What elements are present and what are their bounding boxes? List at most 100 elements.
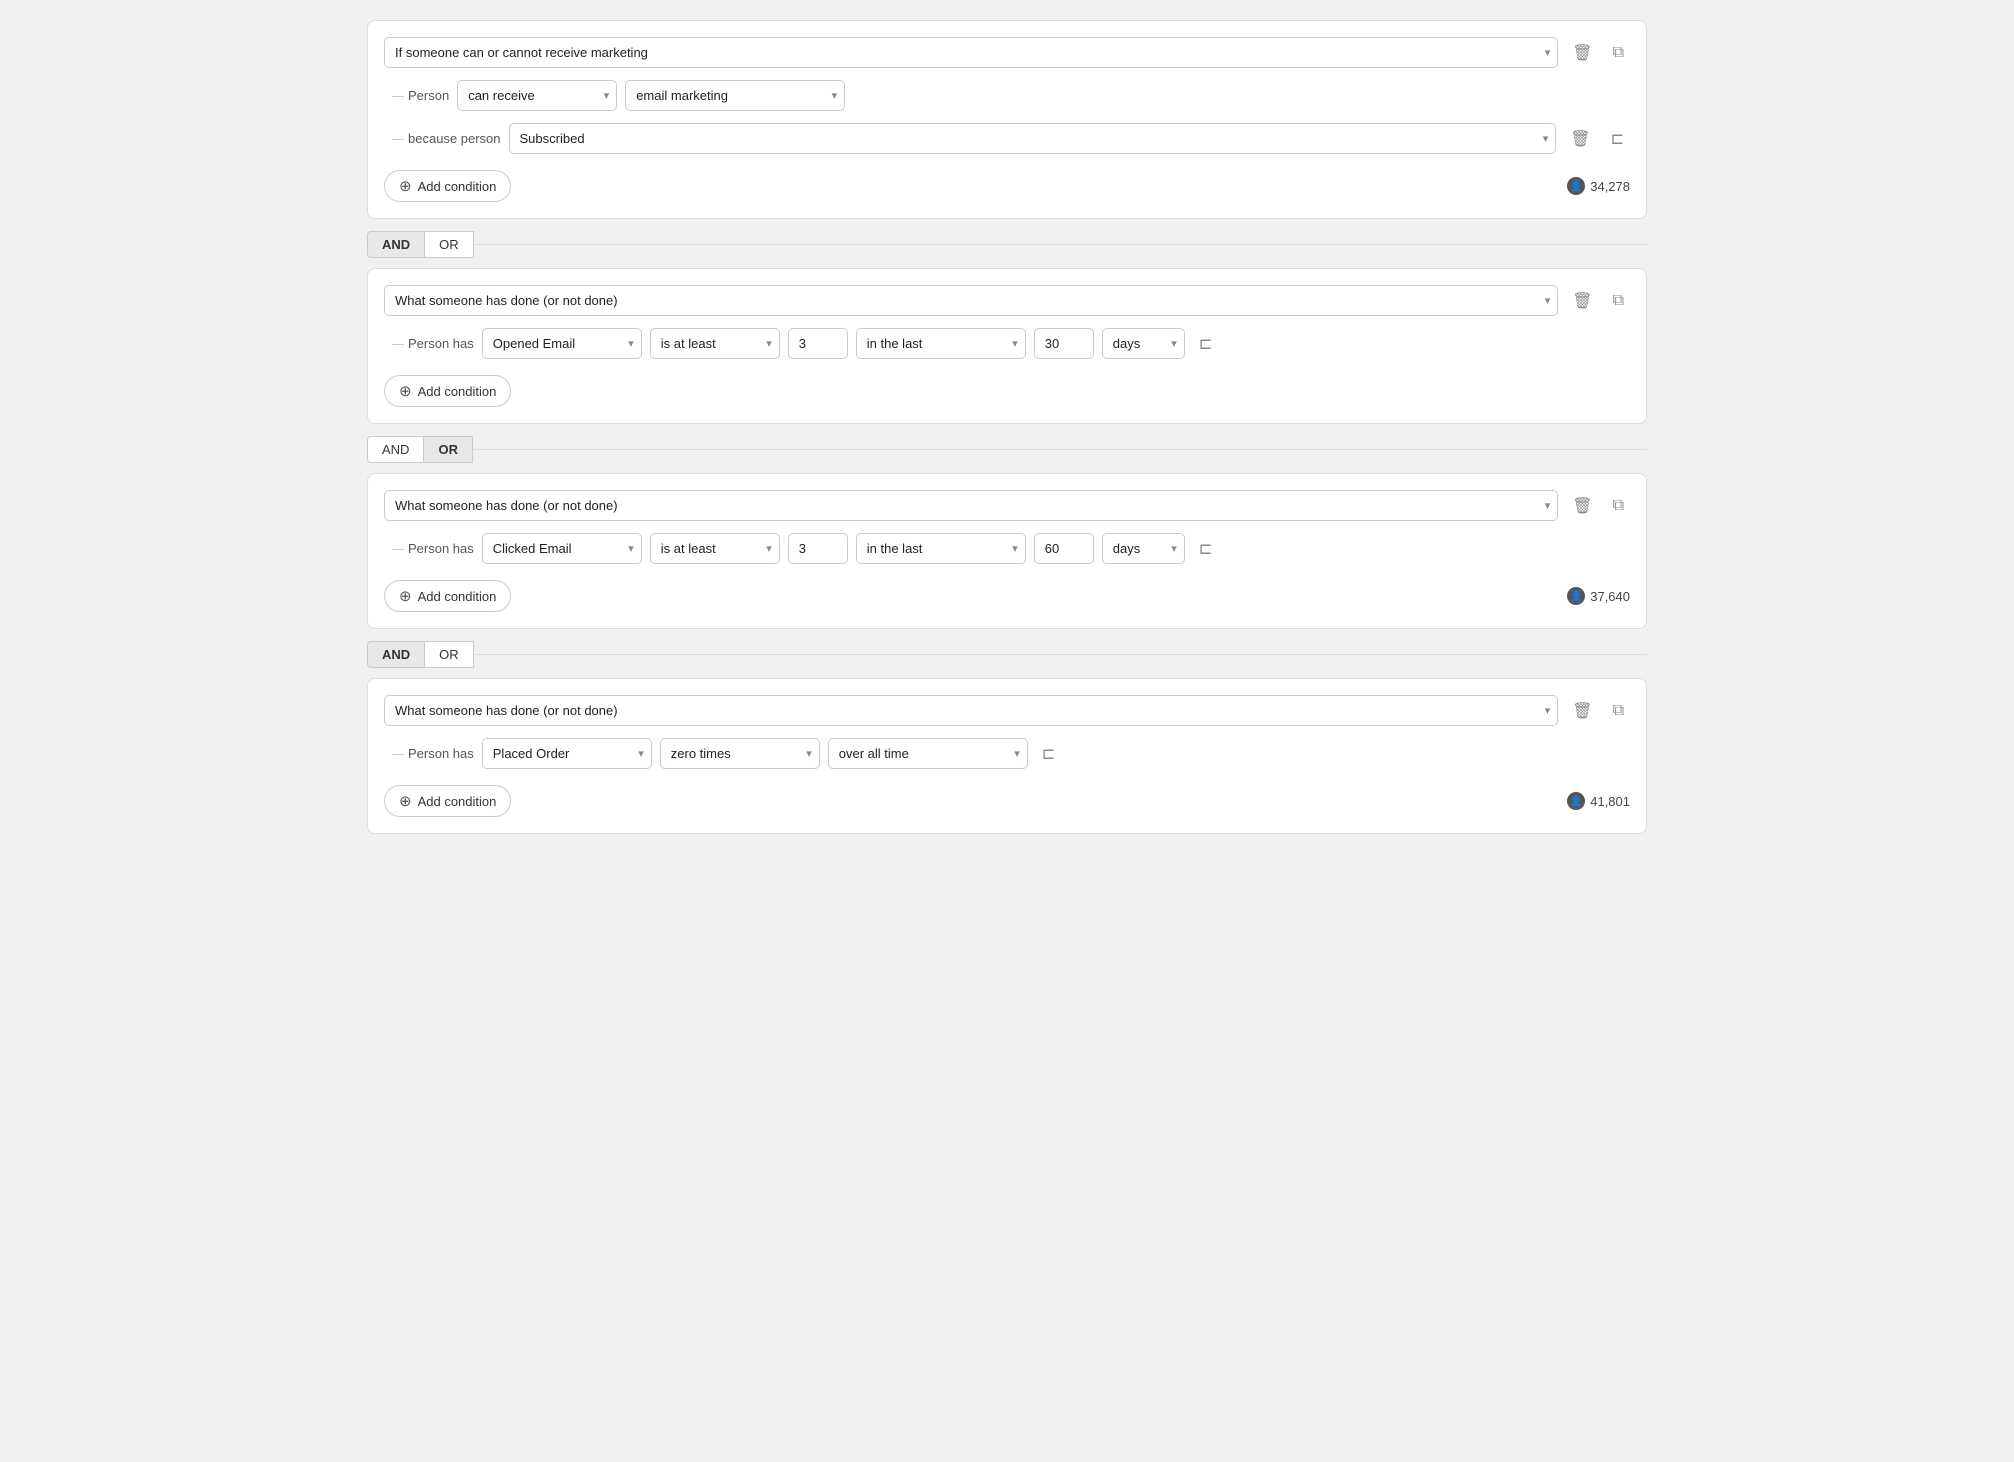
group-count-4: 👤 41,801 xyxy=(1567,792,1630,810)
group-count-value-4: 41,801 xyxy=(1590,794,1630,809)
and-button-3[interactable]: AND xyxy=(367,641,424,668)
subscribed-select[interactable]: Subscribed Unsubscribed Never subscribed xyxy=(509,123,1557,154)
condition-group-4: What someone has done (or not done) ▾ 🗑 … xyxy=(367,678,1647,834)
period-input-2[interactable] xyxy=(1034,328,1094,359)
because-person-label: because person xyxy=(408,131,501,146)
filter-row-4-button[interactable]: ⊏ xyxy=(1036,740,1061,768)
placed-order-select[interactable]: Placed Order Fulfilled Order Cancelled O… xyxy=(482,738,652,769)
period-unit-select-2[interactable]: days weeks months xyxy=(1102,328,1185,359)
period-input-3[interactable] xyxy=(1034,533,1094,564)
days-wrapper-2: days weeks months ▾ xyxy=(1102,328,1185,359)
delete-because-row-button[interactable]: 🗑 xyxy=(1564,125,1596,153)
person-has-row-3: Person has Opened Email Clicked Email Re… xyxy=(384,533,1630,564)
copy-group-1-button[interactable]: ⧉ xyxy=(1607,40,1630,66)
logic-divider-2 xyxy=(473,449,1647,450)
delete-group-2-button[interactable]: 🗑 xyxy=(1566,287,1598,315)
group-header-3: What someone has done (or not done) ▾ 🗑 … xyxy=(384,490,1630,521)
is-at-least-wrapper-3: is at least is at most equals zero times… xyxy=(650,533,780,564)
group-footer-2: ⊕ Add condition 👤 xyxy=(384,375,1630,407)
add-condition-2-button[interactable]: ⊕ Add condition xyxy=(384,375,511,407)
person-has-row-4: Person has Placed Order Fulfilled Order … xyxy=(384,738,1630,769)
main-dropdown-3[interactable]: What someone has done (or not done) xyxy=(384,490,1558,521)
main-dropdown-1[interactable]: If someone can or cannot receive marketi… xyxy=(384,37,1558,68)
opened-email-wrapper: Opened Email Clicked Email Received Emai… xyxy=(482,328,642,359)
and-button-1[interactable]: AND xyxy=(367,231,424,258)
filter-row-2-button[interactable]: ⊏ xyxy=(1193,330,1218,358)
person-count-icon-3: 👤 xyxy=(1567,587,1585,605)
logic-row-1: AND OR xyxy=(367,231,1647,258)
subscribed-wrapper: Subscribed Unsubscribed Never subscribed… xyxy=(509,123,1557,154)
email-action-select-2[interactable]: Opened Email Clicked Email Received Emai… xyxy=(482,328,642,359)
logic-row-2: AND OR xyxy=(367,436,1647,463)
group-header-1: If someone can or cannot receive marketi… xyxy=(384,37,1630,68)
zero-times-select[interactable]: zero times is at least is at most equals xyxy=(660,738,820,769)
filter-row-3-button[interactable]: ⊏ xyxy=(1193,535,1218,563)
timeframe-select-2[interactable]: in the last over all time before after xyxy=(856,328,1026,359)
group-count-value-1: 34,278 xyxy=(1590,179,1630,194)
email-marketing-select[interactable]: email marketing sms marketing xyxy=(625,80,845,111)
copy-group-2-button[interactable]: ⧉ xyxy=(1607,288,1630,314)
add-condition-4-button[interactable]: ⊕ Add condition xyxy=(384,785,511,817)
zero-times-wrapper: zero times is at least is at most equals… xyxy=(660,738,820,769)
clicked-email-wrapper: Opened Email Clicked Email Received Emai… xyxy=(482,533,642,564)
days-wrapper-3: days weeks months ▾ xyxy=(1102,533,1185,564)
group-count-1: 👤 34,278 xyxy=(1567,177,1630,195)
condition-rows-4: Person has Placed Order Fulfilled Order … xyxy=(384,738,1630,769)
condition-rows-2: Person has Opened Email Clicked Email Re… xyxy=(384,328,1630,359)
or-button-2[interactable]: OR xyxy=(423,436,473,463)
add-condition-2-label: Add condition xyxy=(418,384,497,399)
delete-group-1-button[interactable]: 🗑 xyxy=(1566,39,1598,67)
condition-select-2[interactable]: is at least is at most equals zero times xyxy=(650,328,780,359)
copy-group-3-button[interactable]: ⧉ xyxy=(1607,493,1630,519)
period-unit-select-3[interactable]: days weeks months xyxy=(1102,533,1185,564)
main-dropdown-wrapper-3: What someone has done (or not done) ▾ xyxy=(384,490,1558,521)
condition-select-3[interactable]: is at least is at most equals zero times xyxy=(650,533,780,564)
main-dropdown-2[interactable]: What someone has done (or not done) xyxy=(384,285,1558,316)
person-has-label-3: Person has xyxy=(408,541,474,556)
condition-group-3: What someone has done (or not done) ▾ 🗑 … xyxy=(367,473,1647,629)
add-condition-4-label: Add condition xyxy=(418,794,497,809)
logic-divider-3 xyxy=(474,654,1647,655)
main-dropdown-wrapper-2: What someone has done (or not done) ▾ xyxy=(384,285,1558,316)
main-dropdown-4[interactable]: What someone has done (or not done) xyxy=(384,695,1558,726)
copy-group-4-button[interactable]: ⧉ xyxy=(1607,698,1630,724)
plus-icon: ⊕ xyxy=(399,382,412,400)
group-footer-4: ⊕ Add condition 👤 41,801 xyxy=(384,785,1630,817)
condition-rows-3: Person has Opened Email Clicked Email Re… xyxy=(384,533,1630,564)
delete-group-4-button[interactable]: 🗑 xyxy=(1566,697,1598,725)
group-footer-3: ⊕ Add condition 👤 37,640 xyxy=(384,580,1630,612)
main-dropdown-wrapper-1: If someone can or cannot receive marketi… xyxy=(384,37,1558,68)
and-button-2[interactable]: AND xyxy=(367,436,423,463)
condition-rows-1: Person can receive cannot receive ▾ emai… xyxy=(384,80,1630,154)
main-dropdown-wrapper-4: What someone has done (or not done) ▾ xyxy=(384,695,1558,726)
person-label: Person xyxy=(408,88,449,103)
group-header-2: What someone has done (or not done) ▾ 🗑 … xyxy=(384,285,1630,316)
delete-group-3-button[interactable]: 🗑 xyxy=(1566,492,1598,520)
condition-group-1: If someone can or cannot receive marketi… xyxy=(367,20,1647,219)
in-the-last-wrapper-2: in the last over all time before after ▾ xyxy=(856,328,1026,359)
filter-because-row-button[interactable]: ⊏ xyxy=(1605,125,1630,153)
count-input-3[interactable] xyxy=(788,533,848,564)
can-receive-wrapper: can receive cannot receive ▾ xyxy=(457,80,617,111)
person-count-icon-1: 👤 xyxy=(1567,177,1585,195)
or-button-3[interactable]: OR xyxy=(424,641,474,668)
count-input-2[interactable] xyxy=(788,328,848,359)
or-button-1[interactable]: OR xyxy=(424,231,474,258)
add-condition-1-button[interactable]: ⊕ Add condition xyxy=(384,170,511,202)
over-all-time-select[interactable]: over all time in the last before after xyxy=(828,738,1028,769)
over-all-time-wrapper: over all time in the last before after ▾ xyxy=(828,738,1028,769)
person-has-label-2: Person has xyxy=(408,336,474,351)
timeframe-select-3[interactable]: in the last over all time before after xyxy=(856,533,1026,564)
can-receive-select[interactable]: can receive cannot receive xyxy=(457,80,617,111)
add-condition-1-label: Add condition xyxy=(418,179,497,194)
add-condition-3-button[interactable]: ⊕ Add condition xyxy=(384,580,511,612)
condition-group-2: What someone has done (or not done) ▾ 🗑 … xyxy=(367,268,1647,424)
group-count-value-3: 37,640 xyxy=(1590,589,1630,604)
email-action-select-3[interactable]: Opened Email Clicked Email Received Emai… xyxy=(482,533,642,564)
because-person-row-1: because person Subscribed Unsubscribed N… xyxy=(384,123,1630,154)
plus-icon: ⊕ xyxy=(399,792,412,810)
add-condition-3-label: Add condition xyxy=(418,589,497,604)
placed-order-wrapper: Placed Order Fulfilled Order Cancelled O… xyxy=(482,738,652,769)
group-footer-1: ⊕ Add condition 👤 34,278 xyxy=(384,170,1630,202)
group-count-3: 👤 37,640 xyxy=(1567,587,1630,605)
